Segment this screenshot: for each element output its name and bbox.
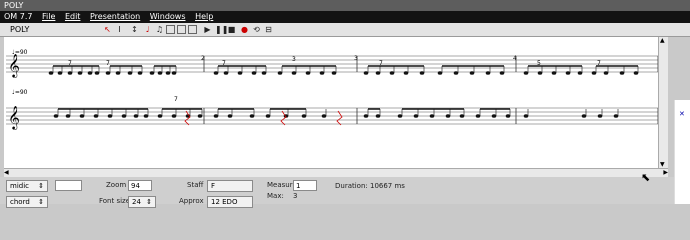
scroll-left-icon[interactable]: ◀	[4, 169, 9, 176]
tuplet-number: 3	[292, 56, 296, 63]
text-tool-icon[interactable]: I	[115, 25, 124, 34]
stop-icon[interactable]: ■	[227, 25, 236, 34]
menu-help[interactable]: Help	[195, 12, 213, 21]
chord-icon[interactable]	[166, 25, 175, 34]
staff-1	[6, 55, 658, 73]
menu-presentation[interactable]: Presentation	[90, 12, 140, 21]
window-title-bar: POLY	[0, 0, 690, 11]
note-group-icon[interactable]: ♫	[155, 25, 164, 34]
duration-text: Duration: 10667 ms	[335, 182, 405, 190]
menu-edit[interactable]: Edit	[65, 12, 81, 21]
approx-label: Approx	[179, 197, 204, 205]
scroll-right-icon[interactable]: ▶	[663, 169, 668, 176]
stepper-icon: ⇕	[146, 198, 152, 206]
control-panel: midic ⇕ chord ⇕ Zoom 94 Font size 24 ⇕ S…	[0, 177, 690, 208]
cursor-tool-icon[interactable]: ↕	[130, 25, 139, 34]
approx-select[interactable]: 12 EDO	[207, 196, 253, 208]
menu-file[interactable]: File	[42, 12, 55, 21]
tuplet-number: 7	[174, 96, 178, 103]
scroll-down-icon[interactable]: ▼	[660, 161, 665, 168]
mode-select-2[interactable]: chord ⇕	[6, 196, 48, 208]
font-size-select[interactable]: 24 ⇕	[128, 196, 156, 208]
mouse-cursor-icon: ⬉	[641, 171, 651, 184]
measure-input[interactable]: 1	[293, 180, 317, 191]
menu-bar: OM 7.7 File Edit Presentation Windows He…	[0, 11, 690, 23]
score-view[interactable]: 𝄞 𝄞 ♩=90 ♩=90 2 3 4 7 7 7 3 7 5 7 7	[4, 37, 659, 168]
red-markers	[184, 110, 343, 126]
vertical-scrollbar[interactable]: ▲ ▼	[658, 37, 668, 168]
horizontal-scrollbar[interactable]: ◀ ▶	[4, 168, 668, 177]
close-marker-icon: ✕	[679, 110, 685, 118]
staff-label: Staff	[187, 181, 204, 189]
editor-toolbar: POLY ↖ I ↕ ♩ ♫ ▶ ❚❚ ■ ● ⟲ ⊟	[0, 23, 690, 37]
tempo-mark-1: ♩=90	[12, 49, 28, 56]
stepper-icon: ⇕	[38, 182, 44, 190]
scroll-up-icon[interactable]: ▲	[660, 37, 665, 44]
max-label: Max:	[267, 192, 284, 200]
stepper-icon: ⇕	[38, 198, 44, 206]
menu-om[interactable]: OM 7.7	[4, 12, 32, 21]
measure-number-4: 4	[513, 55, 517, 62]
adjacent-window-strip: ✕	[674, 100, 690, 204]
treble-clef-2: 𝄞	[8, 105, 20, 130]
play-icon[interactable]: ▶	[203, 25, 212, 34]
editor-label: POLY	[10, 25, 30, 34]
loop-icon[interactable]: ⟲	[252, 25, 261, 34]
pause-icon[interactable]: ❚❚	[215, 25, 228, 34]
staff-2	[6, 107, 658, 125]
voice-icon[interactable]	[188, 25, 197, 34]
measure-number-3: 3	[354, 55, 358, 62]
record-icon[interactable]: ●	[240, 25, 249, 34]
voice-1-notes	[48, 65, 639, 75]
tuplet-number: 7	[106, 60, 110, 67]
window-title: POLY	[4, 1, 24, 10]
arrow-tool-icon[interactable]: ↖	[103, 25, 112, 34]
measure-number-2: 2	[201, 55, 205, 62]
max-value: 3	[293, 192, 298, 200]
color-field[interactable]	[55, 180, 82, 191]
score-canvas: 𝄞 𝄞 ♩=90 ♩=90 2 3 4 7 7 7 3 7 5 7 7	[6, 49, 659, 130]
mode-select[interactable]: midic ⇕	[6, 180, 48, 192]
measure-icon[interactable]	[177, 25, 186, 34]
zoom-input[interactable]: 94	[128, 180, 152, 191]
barlines	[203, 56, 659, 124]
font-size-label: Font size	[99, 197, 131, 205]
tempo-mark-2: ♩=90	[12, 89, 28, 96]
note-tool-icon[interactable]: ♩	[143, 25, 152, 34]
zoom-label: Zoom	[106, 181, 127, 189]
menu-windows[interactable]: Windows	[150, 12, 186, 21]
staff-select[interactable]: F	[207, 180, 253, 192]
treble-clef-1: 𝄞	[8, 53, 20, 78]
metronome-icon[interactable]: ⊟	[264, 25, 273, 34]
